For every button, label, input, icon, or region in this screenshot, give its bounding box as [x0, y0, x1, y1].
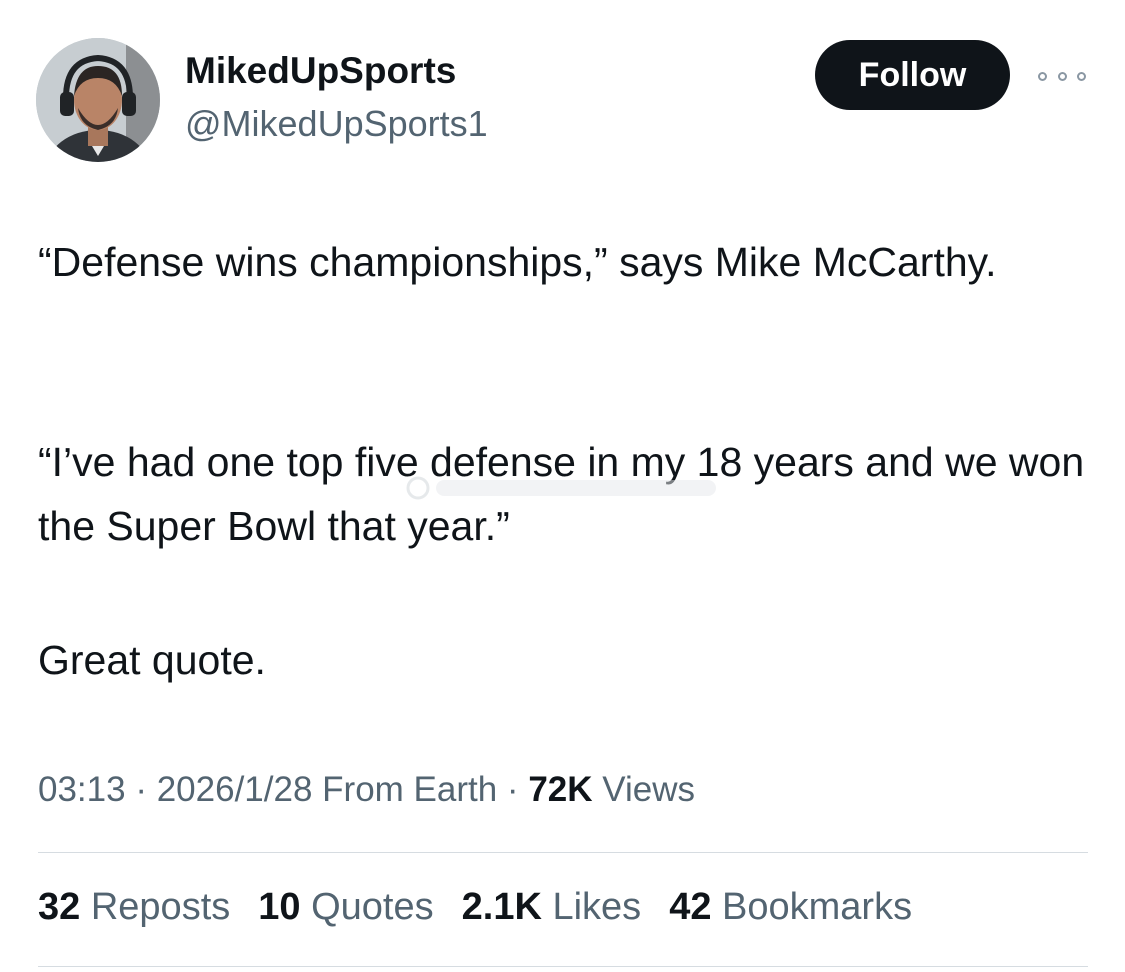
views-label: Views — [602, 770, 695, 809]
likes-stat[interactable]: 2.1K Likes — [462, 886, 642, 929]
reposts-stat[interactable]: 32 Reposts — [38, 886, 230, 929]
more-dot — [1057, 71, 1067, 81]
stat-count: 32 — [38, 886, 81, 928]
engagement-stats: 32 Reposts 10 Quotes 2.1K Likes 42 Bookm… — [38, 886, 912, 929]
divider — [38, 966, 1088, 967]
divider — [38, 852, 1088, 853]
author-handle[interactable]: @MikedUpSports1 — [185, 103, 488, 145]
more-options-icon[interactable] — [1038, 64, 1086, 88]
tweet-metadata: 03:13 · 2026/1/28 From Earth · 72K Views — [38, 770, 695, 810]
tweet-source: From Earth — [322, 770, 498, 809]
quotes-stat[interactable]: 10 Quotes — [258, 886, 433, 929]
tweet-date[interactable]: 2026/1/28 — [157, 770, 313, 809]
stat-label: Likes — [552, 886, 642, 928]
watermark-graphic — [406, 476, 716, 500]
author-display-name[interactable]: MikedUpSports — [185, 50, 456, 92]
stat-count: 2.1K — [461, 886, 542, 928]
bookmarks-stat[interactable]: 42 Bookmarks — [669, 886, 912, 929]
avatar-image — [36, 38, 160, 162]
more-dot — [1038, 71, 1047, 81]
meta-separator: · — [125, 770, 157, 809]
meta-separator: · — [497, 770, 529, 809]
more-dot — [1077, 71, 1086, 81]
stat-label: Bookmarks — [722, 886, 913, 928]
tweet-time[interactable]: 03:13 — [38, 770, 126, 809]
stat-label: Quotes — [311, 886, 434, 928]
follow-button[interactable]: Follow — [815, 40, 1010, 110]
stat-label: Reposts — [90, 886, 231, 928]
stat-count: 10 — [258, 886, 301, 928]
tweet-paragraph: “Defense wins championships,” says Mike … — [38, 239, 997, 285]
views-count: 72K — [528, 770, 593, 809]
avatar[interactable] — [36, 38, 160, 162]
tweet-paragraph: Great quote. — [38, 637, 266, 683]
stat-count: 42 — [669, 886, 712, 928]
